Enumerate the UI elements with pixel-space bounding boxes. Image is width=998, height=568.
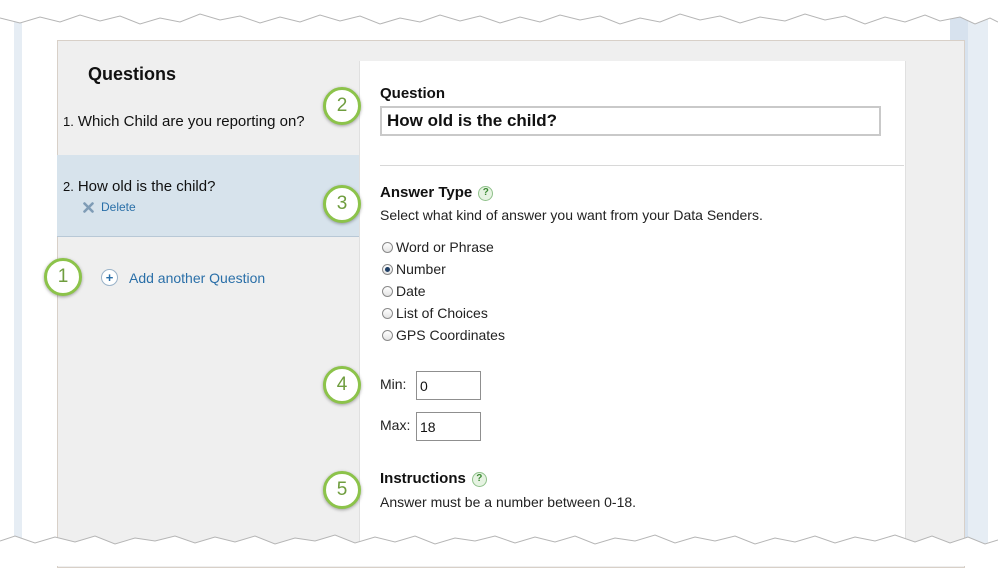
- question-editor: Question Answer Type? Select what kind o…: [359, 61, 906, 566]
- radio-button-checked[interactable]: [382, 263, 393, 275]
- question-label: Question: [380, 85, 446, 102]
- answer-type-description: Select what kind of answer you want from…: [380, 207, 763, 223]
- answer-type-option[interactable]: GPS Coordinates: [382, 327, 505, 343]
- section-divider: [380, 165, 904, 166]
- add-question-label: Add another Question: [129, 269, 266, 286]
- delete-label: Delete: [101, 200, 136, 214]
- question-text: Which Child are you reporting on?: [77, 113, 305, 130]
- question-text: How old is the child?: [77, 178, 216, 195]
- min-label: Min:: [380, 376, 407, 392]
- radio-button[interactable]: [382, 329, 393, 341]
- delete-x-icon: [83, 201, 94, 213]
- min-input[interactable]: [416, 371, 481, 400]
- answer-type-option[interactable]: Word or Phrase: [382, 239, 494, 255]
- answer-type-option-selected[interactable]: Number: [382, 261, 446, 277]
- answer-type-option[interactable]: List of Choices: [382, 305, 488, 321]
- step-badge: 3: [323, 185, 361, 223]
- max-input[interactable]: [416, 412, 481, 441]
- question-list-item-selected[interactable]: 2. How old is the child? Delete: [57, 155, 359, 237]
- answer-type-option-label: Number: [396, 261, 446, 277]
- step-badge: 4: [323, 366, 361, 404]
- instructions-text: Answer must be a number between 0-18.: [380, 494, 637, 510]
- radio-button[interactable]: [382, 285, 393, 297]
- question-number: 2.: [63, 179, 74, 194]
- questions-title: Questions: [88, 64, 177, 84]
- help-icon[interactable]: ?: [471, 471, 487, 487]
- answer-type-option-label: Word or Phrase: [396, 239, 494, 255]
- radio-button[interactable]: [382, 241, 393, 253]
- add-question-link[interactable]: + Add another Question: [101, 269, 265, 286]
- question-number: 1.: [63, 114, 74, 129]
- instructions-heading: Instructions?: [380, 470, 487, 487]
- answer-type-option-label: Date: [396, 283, 426, 299]
- plus-circle-icon: +: [101, 269, 118, 286]
- answer-type-option[interactable]: Date: [382, 283, 426, 299]
- step-badge: 5: [323, 471, 361, 509]
- torn-edge-bottom: [0, 534, 998, 566]
- step-badge: 2: [323, 87, 361, 125]
- max-label: Max:: [380, 417, 411, 433]
- help-icon[interactable]: ?: [478, 185, 494, 201]
- radio-button[interactable]: [382, 307, 393, 319]
- delete-question-link[interactable]: Delete: [83, 200, 136, 214]
- answer-type-option-label: List of Choices: [396, 305, 488, 321]
- answer-type-label: Answer Type: [380, 184, 473, 201]
- step-badge: 1: [44, 258, 82, 296]
- answer-type-option-label: GPS Coordinates: [396, 327, 505, 343]
- questions-sidebar: Questions 1. Which Child are you reportin…: [57, 40, 359, 566]
- answer-type-heading: Answer Type?: [380, 184, 494, 201]
- question-list-item[interactable]: 1. Which Child are you reporting on?: [57, 100, 359, 156]
- torn-edge-top: [0, 0, 998, 25]
- question-text-input[interactable]: [380, 106, 881, 136]
- instructions-label: Instructions: [380, 470, 466, 487]
